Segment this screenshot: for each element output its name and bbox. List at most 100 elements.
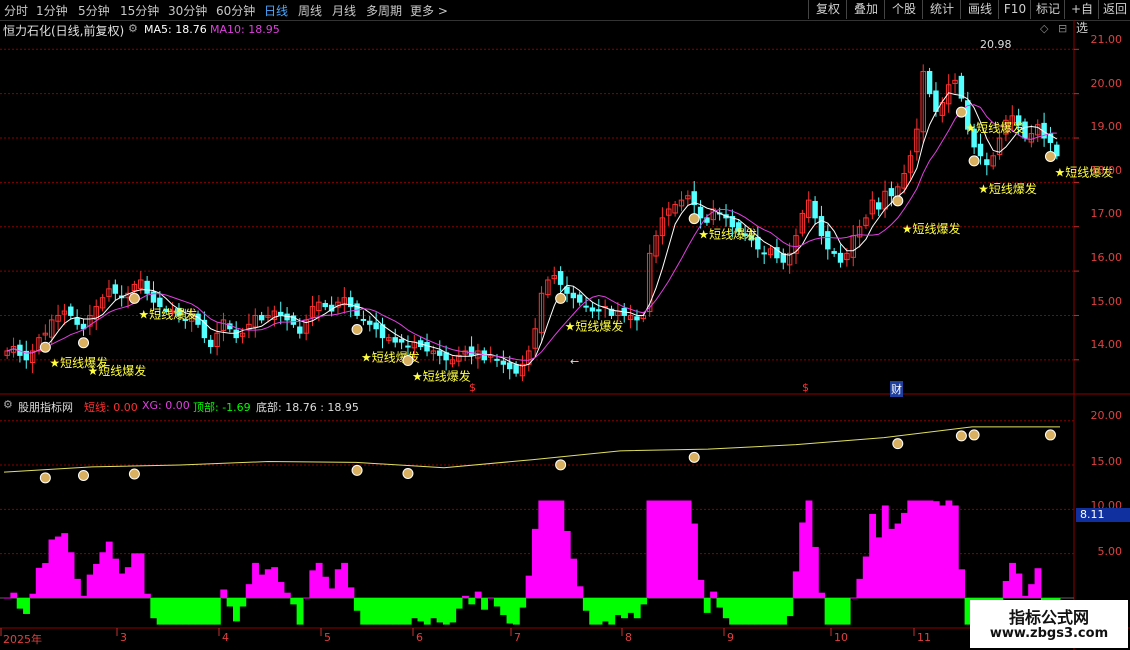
money-bag-icon xyxy=(39,341,51,353)
histogram-bar xyxy=(226,598,234,607)
histogram-bar xyxy=(10,592,18,598)
histogram-bar xyxy=(118,573,126,598)
signal-label: ★短线爆发 xyxy=(965,120,1024,135)
low-label: ← xyxy=(570,355,580,368)
histogram-bar xyxy=(201,598,209,625)
signal-label: ★短线爆发 xyxy=(565,318,624,333)
histogram-bar xyxy=(35,567,43,598)
histogram-bar xyxy=(372,598,380,625)
candle-body xyxy=(825,231,831,250)
histogram-bar xyxy=(48,539,56,598)
price-chart[interactable]: ★短线爆发 ★短线爆发 ★短线爆发 ★短线爆发 ★短线爆发 ★短线爆发 ★短线爆发 ★短线爆发… xyxy=(0,0,1130,650)
histogram-bar xyxy=(239,598,247,607)
money-bag-icon xyxy=(402,355,414,367)
money-bag-icon xyxy=(955,430,967,442)
histogram-bar xyxy=(652,500,660,598)
histogram-bar xyxy=(353,598,361,611)
histogram-bar xyxy=(500,598,508,616)
diamond-icon[interactable]: ◇ xyxy=(1040,22,1048,35)
histogram-bar xyxy=(315,562,323,598)
candle-body xyxy=(233,329,239,339)
histogram-bar xyxy=(627,598,635,613)
histogram-bar xyxy=(551,500,558,598)
histogram-bar xyxy=(379,598,387,625)
histogram-bar xyxy=(811,546,819,598)
histogram-bar xyxy=(532,528,539,598)
dividend-mark[interactable]: $ xyxy=(802,381,809,394)
signal-label: ★短线爆发 xyxy=(978,181,1037,196)
candle-body xyxy=(144,280,150,294)
histogram-bar xyxy=(563,530,571,598)
histogram-bar xyxy=(220,589,228,598)
histogram-bar xyxy=(646,500,654,598)
histogram-bar xyxy=(487,598,495,599)
histogram-bar xyxy=(614,598,622,616)
histogram-bar xyxy=(519,598,527,608)
histogram-bar xyxy=(582,598,590,611)
candle-body xyxy=(112,284,119,294)
histogram-bar xyxy=(150,598,158,619)
histogram-bar xyxy=(894,523,902,598)
ind-y-tick: 20.00 xyxy=(1090,409,1123,422)
money-bag-icon xyxy=(351,323,363,335)
histogram-bar xyxy=(347,587,355,598)
candle-body xyxy=(926,70,933,95)
candle-body xyxy=(596,309,602,312)
settings-icon[interactable]: ⚙ xyxy=(128,22,138,35)
finance-mark[interactable]: 财 xyxy=(890,381,903,397)
watermark: 指标公式网 www.zbgs3.com xyxy=(970,600,1128,648)
histogram-bar xyxy=(99,552,107,598)
histogram-bar xyxy=(143,593,151,598)
histogram-bar xyxy=(671,500,679,598)
money-bag-icon xyxy=(351,464,363,476)
money-bag-icon xyxy=(39,472,51,484)
histogram-bar xyxy=(958,569,966,598)
histogram-bar xyxy=(805,500,813,598)
indicator-settings-icon[interactable]: ⚙ xyxy=(3,398,13,411)
candle-body xyxy=(933,90,939,112)
histogram-bar xyxy=(945,500,953,598)
dividend-mark[interactable]: $ xyxy=(469,381,476,394)
candle-body xyxy=(507,362,513,370)
histogram-bar xyxy=(455,598,463,609)
date-label: 11 xyxy=(917,631,931,644)
histogram-bar xyxy=(773,598,781,625)
histogram-bar xyxy=(175,598,183,625)
candle-body xyxy=(208,339,214,348)
histogram-bar xyxy=(538,500,546,598)
histogram-bar xyxy=(900,512,908,598)
histogram-bar xyxy=(589,598,597,625)
histogram-bar xyxy=(824,598,832,625)
histogram-bar xyxy=(182,598,189,625)
histogram-bar xyxy=(703,598,711,613)
histogram-bar xyxy=(302,598,310,599)
histogram-bar xyxy=(729,598,737,625)
y-tick: 19.00 xyxy=(1090,120,1123,133)
histogram-bar xyxy=(932,501,940,598)
histogram-bar xyxy=(423,598,431,625)
candle-body xyxy=(367,320,373,325)
ma10-line xyxy=(7,104,1057,361)
signal-label: ★短线爆发 xyxy=(88,363,147,378)
histogram-bar xyxy=(112,558,120,598)
histogram-bar xyxy=(4,598,11,599)
histogram-bar xyxy=(862,556,870,598)
histogram-bar xyxy=(792,571,800,598)
histogram-bar xyxy=(73,578,81,598)
y-tick: 16.00 xyxy=(1090,251,1123,264)
pin-icon[interactable]: ⊟ xyxy=(1058,22,1067,35)
signal-label: ★短线爆发 xyxy=(138,306,197,321)
histogram-bar xyxy=(837,598,845,625)
histogram-bar xyxy=(417,598,425,622)
histogram-bar xyxy=(716,598,724,608)
money-bag-icon xyxy=(968,155,980,167)
indicator-top: 顶部: -1.69 xyxy=(193,401,251,414)
histogram-bar xyxy=(678,500,686,598)
candle-body xyxy=(831,251,837,254)
stock-title: 恒力石化(日线,前复权) xyxy=(3,24,125,38)
date-label: 3 xyxy=(120,631,127,644)
histogram-bar xyxy=(188,598,196,625)
candle-body xyxy=(500,360,507,365)
histogram-bar xyxy=(385,598,393,625)
candle-body xyxy=(576,294,583,303)
